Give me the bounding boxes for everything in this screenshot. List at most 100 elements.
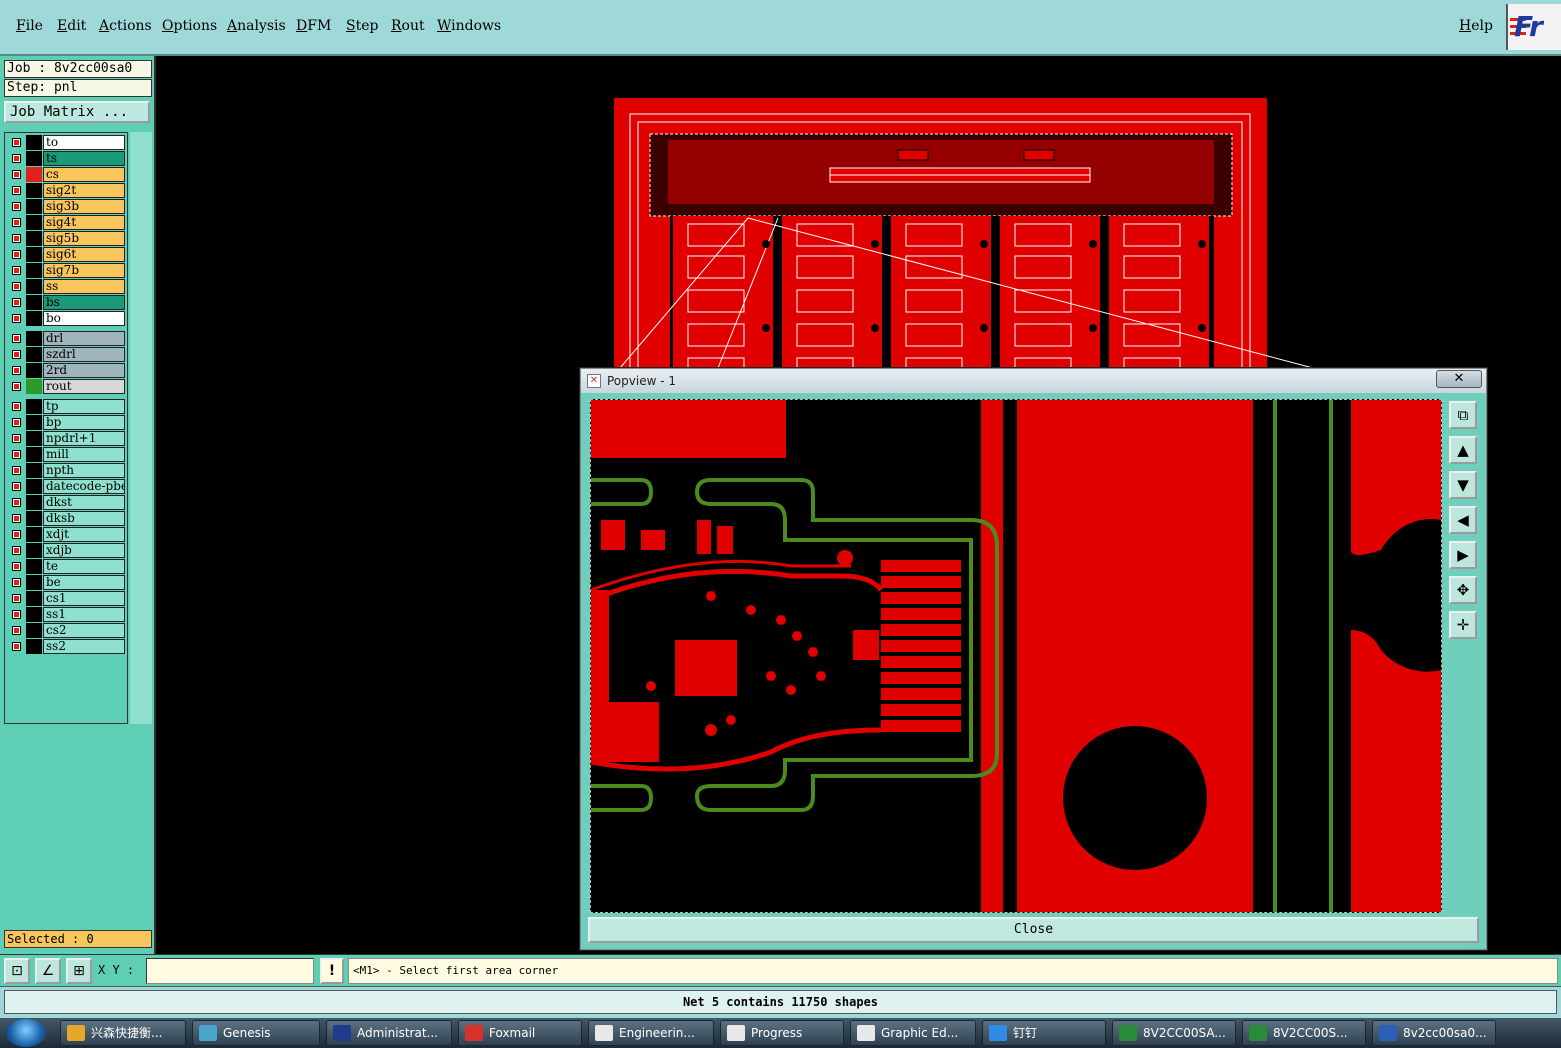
layer-name[interactable]: xdjt (43, 527, 125, 542)
layer-visibility-checkbox[interactable] (12, 218, 21, 227)
layer-color-swatch[interactable] (26, 263, 42, 278)
layer-name[interactable]: npth (43, 463, 125, 478)
popview-titlebar[interactable]: ✕ Popview - 1 ✕ (581, 369, 1486, 393)
layer-color-swatch[interactable] (26, 279, 42, 294)
layer-name[interactable]: to (43, 135, 125, 150)
layer-visibility-checkbox[interactable] (12, 482, 21, 491)
menu-actions[interactable]: Actions (99, 18, 152, 34)
layer-name[interactable]: 2rd (43, 363, 125, 378)
layer-color-swatch[interactable] (26, 167, 42, 182)
layer-list-strip[interactable] (130, 132, 152, 724)
layer-row[interactable]: xdjt (7, 527, 127, 542)
layer-row[interactable]: sig3b (7, 199, 127, 214)
layer-row[interactable]: ts (7, 151, 127, 166)
layer-visibility-checkbox[interactable] (12, 366, 21, 375)
layer-color-swatch[interactable] (26, 447, 42, 462)
layer-color-swatch[interactable] (26, 559, 42, 574)
layer-row[interactable]: cs (7, 167, 127, 182)
layer-color-swatch[interactable] (26, 527, 42, 542)
layer-name[interactable]: cs2 (43, 623, 125, 638)
layer-row[interactable]: tp (7, 399, 127, 414)
layer-visibility-checkbox[interactable] (12, 314, 21, 323)
taskbar-button[interactable]: Graphic Ed... (850, 1020, 976, 1046)
layer-name[interactable]: tp (43, 399, 125, 414)
layer-name[interactable]: cs (43, 167, 125, 182)
grid-tool-icon[interactable]: ⊞ (66, 958, 92, 984)
layer-color-swatch[interactable] (26, 399, 42, 414)
layer-row[interactable]: to (7, 135, 127, 150)
layer-name[interactable]: ts (43, 151, 125, 166)
layer-visibility-checkbox[interactable] (12, 298, 21, 307)
layer-color-swatch[interactable] (26, 231, 42, 246)
layer-row[interactable]: sig2t (7, 183, 127, 198)
menu-analysis[interactable]: Analysis (227, 18, 286, 34)
popview-close-button[interactable]: Close (588, 917, 1479, 943)
zoom-window-icon[interactable]: ⧉ (1449, 401, 1477, 429)
alert-button[interactable]: ! (320, 958, 344, 984)
layer-color-swatch[interactable] (26, 431, 42, 446)
pan-left-icon[interactable]: ◀ (1449, 506, 1477, 534)
layer-visibility-checkbox[interactable] (12, 578, 21, 587)
layer-name[interactable]: sig6t (43, 247, 125, 262)
layer-color-swatch[interactable] (26, 135, 42, 150)
layer-visibility-checkbox[interactable] (12, 498, 21, 507)
menu-file[interactable]: File (16, 18, 43, 34)
layer-name[interactable]: dkst (43, 495, 125, 510)
layer-row[interactable]: xdjb (7, 543, 127, 558)
popview-zoom-view[interactable] (590, 399, 1442, 913)
pan-down-icon[interactable]: ▼ (1449, 471, 1477, 499)
taskbar-button[interactable]: Genesis (192, 1020, 320, 1046)
layer-visibility-checkbox[interactable] (12, 402, 21, 411)
taskbar-button[interactable]: 8v2cc00sa0... (1372, 1020, 1496, 1046)
layer-visibility-checkbox[interactable] (12, 350, 21, 359)
layer-visibility-checkbox[interactable] (12, 594, 21, 603)
layer-row[interactable]: rout (7, 379, 127, 394)
layer-visibility-checkbox[interactable] (12, 266, 21, 275)
layer-color-swatch[interactable] (26, 379, 42, 394)
layer-row[interactable]: sig5b (7, 231, 127, 246)
layer-visibility-checkbox[interactable] (12, 466, 21, 475)
layer-color-swatch[interactable] (26, 479, 42, 494)
layer-name[interactable]: cs1 (43, 591, 125, 606)
layer-visibility-checkbox[interactable] (12, 186, 21, 195)
layer-row[interactable]: szdrl (7, 347, 127, 362)
layer-color-swatch[interactable] (26, 295, 42, 310)
layer-row[interactable]: cs2 (7, 623, 127, 638)
pan-right-icon[interactable]: ▶ (1449, 541, 1477, 569)
layer-name[interactable]: ss1 (43, 607, 125, 622)
layer-visibility-checkbox[interactable] (12, 154, 21, 163)
layer-name[interactable]: sig5b (43, 231, 125, 246)
taskbar-button[interactable]: 钉钉 (982, 1020, 1106, 1046)
layer-row[interactable]: dkst (7, 495, 127, 510)
menu-help[interactable]: Help (1459, 18, 1493, 34)
layer-name[interactable]: dksb (43, 511, 125, 526)
start-button-icon[interactable] (6, 1019, 46, 1047)
layer-color-swatch[interactable] (26, 575, 42, 590)
layer-visibility-checkbox[interactable] (12, 434, 21, 443)
taskbar-button[interactable]: Engineerin... (588, 1020, 714, 1046)
layer-color-swatch[interactable] (26, 215, 42, 230)
layer-name[interactable]: be (43, 575, 125, 590)
layer-row[interactable]: sig4t (7, 215, 127, 230)
layer-name[interactable]: sig3b (43, 199, 125, 214)
popview-close-icon[interactable]: ✕ (1436, 370, 1482, 388)
layer-name[interactable]: xdjb (43, 543, 125, 558)
layer-visibility-checkbox[interactable] (12, 382, 21, 391)
zoom-home-icon[interactable]: ✛ (1449, 611, 1477, 639)
menu-edit[interactable]: Edit (57, 18, 86, 34)
job-matrix-button[interactable]: Job Matrix ... (4, 101, 150, 123)
menu-windows[interactable]: Windows (437, 18, 501, 34)
layer-row[interactable]: ss1 (7, 607, 127, 622)
layer-row[interactable]: bo (7, 311, 127, 326)
layer-row[interactable]: npdrl+1 (7, 431, 127, 446)
taskbar-button[interactable]: Administrat... (326, 1020, 452, 1046)
layer-color-swatch[interactable] (26, 543, 42, 558)
layer-name[interactable]: bs (43, 295, 125, 310)
layer-row[interactable]: sig6t (7, 247, 127, 262)
layer-row[interactable]: drl (7, 331, 127, 346)
menu-dfm[interactable]: DFM (296, 18, 331, 34)
layer-color-swatch[interactable] (26, 511, 42, 526)
taskbar-button[interactable]: 8V2CC00SA... (1112, 1020, 1236, 1046)
layer-visibility-checkbox[interactable] (12, 562, 21, 571)
pan-up-icon[interactable]: ▲ (1449, 436, 1477, 464)
